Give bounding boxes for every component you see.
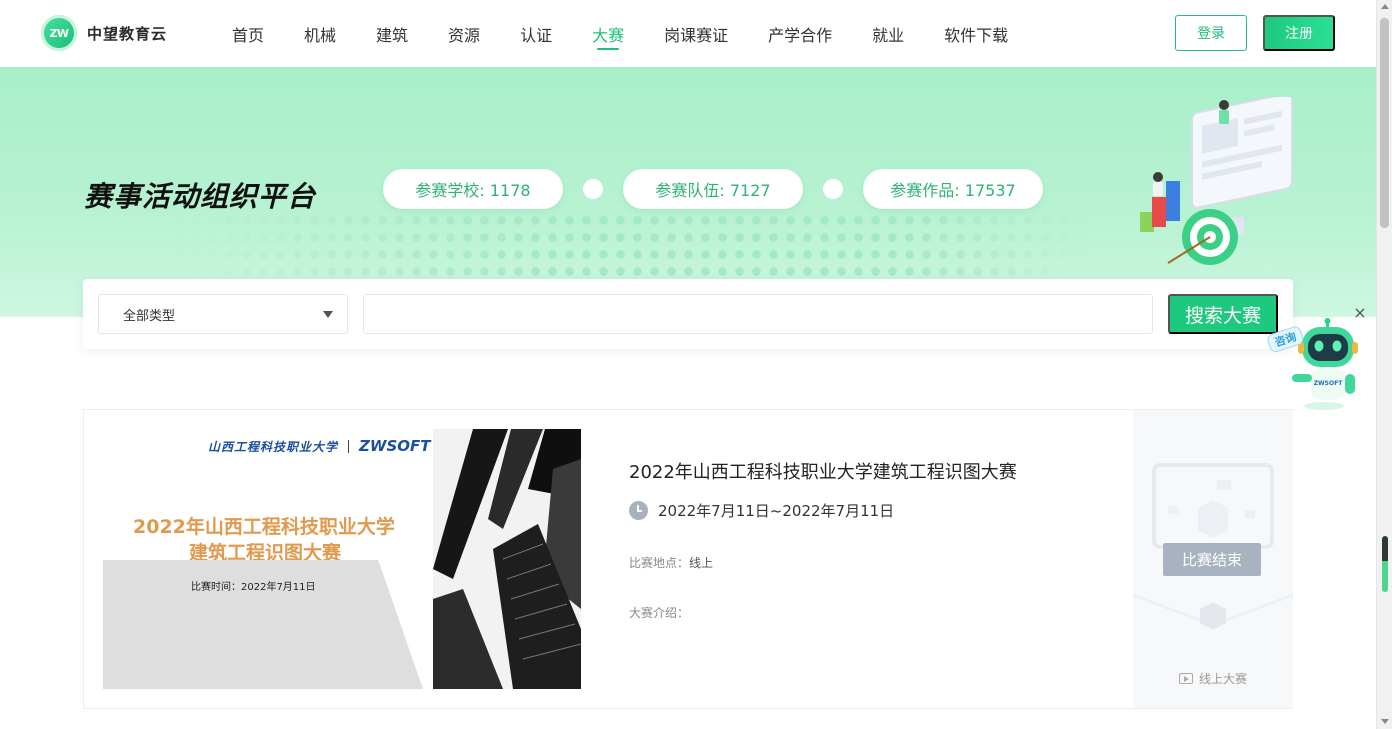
stat-works: 参赛作品: 17537 <box>863 169 1043 209</box>
nav-item-home[interactable]: 首页 <box>212 0 284 67</box>
scroll-down-arrow-icon[interactable] <box>1381 719 1389 724</box>
stat-separator-dot <box>583 179 603 199</box>
register-button[interactable]: 注册 <box>1263 15 1335 51</box>
competition-time: 2022年7月11日~2022年7月11日 <box>629 500 894 521</box>
poster-logo-zwsoft: ZWSOFT <box>359 437 431 455</box>
nav-item-architecture[interactable]: 建筑 <box>356 0 428 67</box>
competition-status-panel: 比赛结束 线上大赛 <box>1133 410 1293 708</box>
logo[interactable]: ZW 中望教育云 <box>41 15 167 51</box>
login-button[interactable]: 登录 <box>1175 15 1247 51</box>
competition-poster[interactable]: 山西工程科技职业大学 ZWSOFT 2022年山西工程科技职业大学 建筑工程识图… <box>103 429 581 689</box>
competition-mode: 线上大赛 <box>1179 670 1247 687</box>
top-header: ZW 中望教育云 首页 机械 建筑 资源 认证 大赛 岗课赛证 产学合作 就业 … <box>0 0 1376 67</box>
location-label: 比赛地点： <box>629 556 690 570</box>
type-select-value: 全部类型 <box>123 308 176 324</box>
competition-intro: 大赛介绍： <box>629 604 689 621</box>
type-select[interactable]: 全部类型 <box>98 294 348 334</box>
competition-time-text: 2022年7月11日~2022年7月11日 <box>658 502 895 520</box>
competition-location: 比赛地点：线上 <box>629 554 713 571</box>
skyscraper-photo <box>433 429 581 689</box>
clock-icon <box>629 501 648 520</box>
poster-title-line1: 2022年山西工程科技职业大学 <box>133 516 395 538</box>
intro-label: 大赛介绍： <box>629 606 690 620</box>
competition-card[interactable]: 山西工程科技职业大学 ZWSOFT 2022年山西工程科技职业大学 建筑工程识图… <box>83 409 1293 709</box>
nav-item-resources[interactable]: 资源 <box>428 0 500 67</box>
logo-badge-text: ZW <box>49 26 69 40</box>
nav-item-course-competition-cert[interactable]: 岗课赛证 <box>644 0 748 67</box>
poster-logo-divider <box>348 439 350 453</box>
poster-logos: 山西工程科技职业大学 ZWSOFT <box>208 437 430 455</box>
nav-item-employment[interactable]: 就业 <box>852 0 924 67</box>
dot-pattern-decoration <box>170 212 1090 282</box>
page: ZW 中望教育云 首页 机械 建筑 资源 认证 大赛 岗课赛证 产学合作 就业 … <box>0 0 1376 729</box>
scroll-progress-indicator <box>1382 536 1388 592</box>
logo-icon: ZW <box>41 15 77 51</box>
caret-down-icon <box>323 311 333 318</box>
main-nav: 首页 机械 建筑 资源 认证 大赛 岗课赛证 产学合作 就业 软件下载 <box>212 0 1028 67</box>
scroll-up-arrow-icon[interactable] <box>1381 4 1389 9</box>
nav-item-certification[interactable]: 认证 <box>500 0 572 67</box>
nav-item-competition[interactable]: 大赛 <box>572 0 644 67</box>
nav-item-industry-cooperation[interactable]: 产学合作 <box>748 0 852 67</box>
location-value: 线上 <box>689 556 714 570</box>
poster-date: 比赛时间：2022年7月11日 <box>191 582 316 593</box>
search-button[interactable]: 搜索大赛 <box>1168 294 1278 334</box>
robot-chest-text: ZWSOFT <box>1314 380 1343 387</box>
consult-robot-widget[interactable]: ZWSOFT 咨询 <box>1266 318 1360 414</box>
nav-item-mechanical[interactable]: 机械 <box>284 0 356 67</box>
banner-illustration <box>1140 97 1293 265</box>
competition-mode-text: 线上大赛 <box>1199 672 1248 686</box>
scroll-thumb[interactable] <box>1380 18 1389 228</box>
status-badge: 比赛结束 <box>1163 543 1261 576</box>
stat-separator-dot <box>823 179 843 199</box>
competition-title[interactable]: 2022年山西工程科技职业大学建筑工程识图大赛 <box>629 458 1017 484</box>
video-play-icon <box>1179 673 1193 684</box>
poster-logo-university: 山西工程科技职业大学 <box>208 439 339 454</box>
banner-title: 赛事活动组织平台 <box>84 180 317 213</box>
stat-schools: 参赛学校: 1178 <box>383 169 563 209</box>
search-panel: 全部类型 搜索大赛 <box>83 279 1293 349</box>
logo-text: 中望教育云 <box>87 24 168 43</box>
stat-teams: 参赛队伍: 7127 <box>623 169 803 209</box>
search-input[interactable] <box>363 294 1153 334</box>
nav-item-software-download[interactable]: 软件下载 <box>924 0 1028 67</box>
page-scrollbar[interactable] <box>1376 0 1392 729</box>
